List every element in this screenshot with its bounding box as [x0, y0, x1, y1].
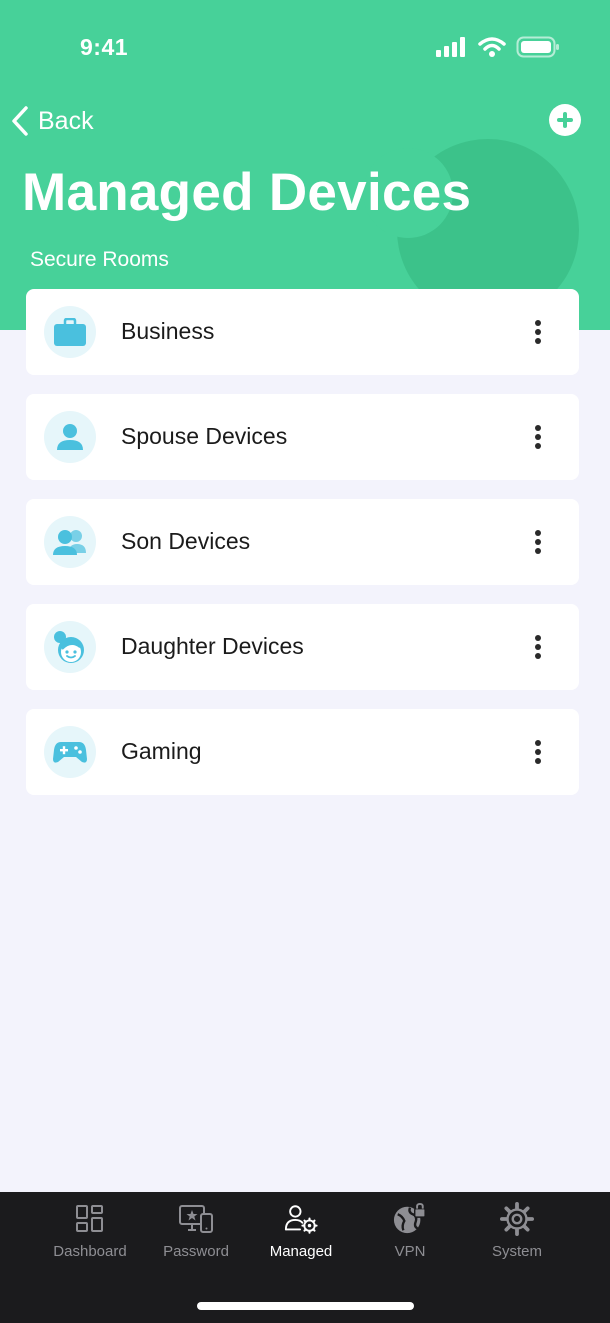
cellular-signal-icon [436, 37, 465, 57]
room-name: Gaming [121, 738, 202, 764]
globe-lock-icon [393, 1202, 426, 1234]
tab-label: Managed [269, 1243, 333, 1260]
tab-dashboard[interactable]: Dashboard [40, 1202, 140, 1260]
section-label: Secure Rooms [30, 248, 169, 271]
room-card-son-devices[interactable]: Son Devices [26, 499, 579, 585]
room-icon-container [44, 726, 96, 778]
room-icon-container [44, 411, 96, 463]
page-title: Managed Devices [22, 163, 472, 222]
tab-password[interactable]: Password [146, 1202, 246, 1260]
status-time: 9:41 [80, 34, 129, 60]
room-card-daughter-devices[interactable]: Daughter Devices [26, 604, 579, 690]
more-options-button[interactable] [526, 737, 550, 767]
room-card-spouse-devices[interactable]: Spouse Devices [26, 394, 579, 480]
add-room-button[interactable] [549, 104, 581, 136]
tab-managed[interactable]: Managed [251, 1202, 351, 1260]
room-list: Business Spouse Devices Son Devices Daug… [26, 289, 579, 814]
tab-label: Dashboard [53, 1243, 127, 1260]
battery-icon [516, 36, 559, 58]
room-icon-container [44, 621, 96, 673]
gear-icon [500, 1202, 534, 1236]
room-name: Son Devices [121, 528, 251, 554]
header: 9:41 Back Managed Devices Secure Rooms [0, 0, 610, 330]
home-indicator [197, 1302, 414, 1310]
back-label: Back [38, 106, 94, 135]
briefcase-icon [54, 318, 86, 346]
tab-vpn[interactable]: VPN [360, 1202, 460, 1260]
gamepad-icon [53, 742, 87, 763]
more-options-button[interactable] [526, 422, 550, 452]
tab-label: VPN [394, 1243, 426, 1260]
status-icons [436, 36, 560, 58]
room-card-gaming[interactable]: Gaming [26, 709, 579, 795]
room-icon-container [44, 516, 96, 568]
password-devices-icon [179, 1205, 213, 1233]
room-card-business[interactable]: Business [26, 289, 579, 375]
room-name: Business [121, 318, 215, 344]
managed-user-gear-icon [284, 1205, 318, 1234]
room-name: Spouse Devices [121, 423, 288, 449]
people-icon [53, 530, 86, 555]
back-button[interactable]: Back [10, 103, 94, 139]
tab-system[interactable]: System [467, 1202, 567, 1260]
room-name: Daughter Devices [121, 633, 304, 659]
tab-label: System [491, 1243, 542, 1260]
room-icon-container [44, 306, 96, 358]
more-options-button[interactable] [526, 527, 550, 557]
tab-label: Password [163, 1243, 229, 1260]
tab-bar: Dashboard Password Managed VPN System [0, 1192, 610, 1323]
wifi-icon [478, 37, 506, 57]
girl-face-icon [54, 631, 84, 663]
more-options-button[interactable] [526, 632, 550, 662]
more-options-button[interactable] [526, 317, 550, 347]
person-icon [57, 424, 83, 450]
chevron-left-icon [12, 106, 28, 136]
dashboard-grid-icon [76, 1205, 103, 1232]
